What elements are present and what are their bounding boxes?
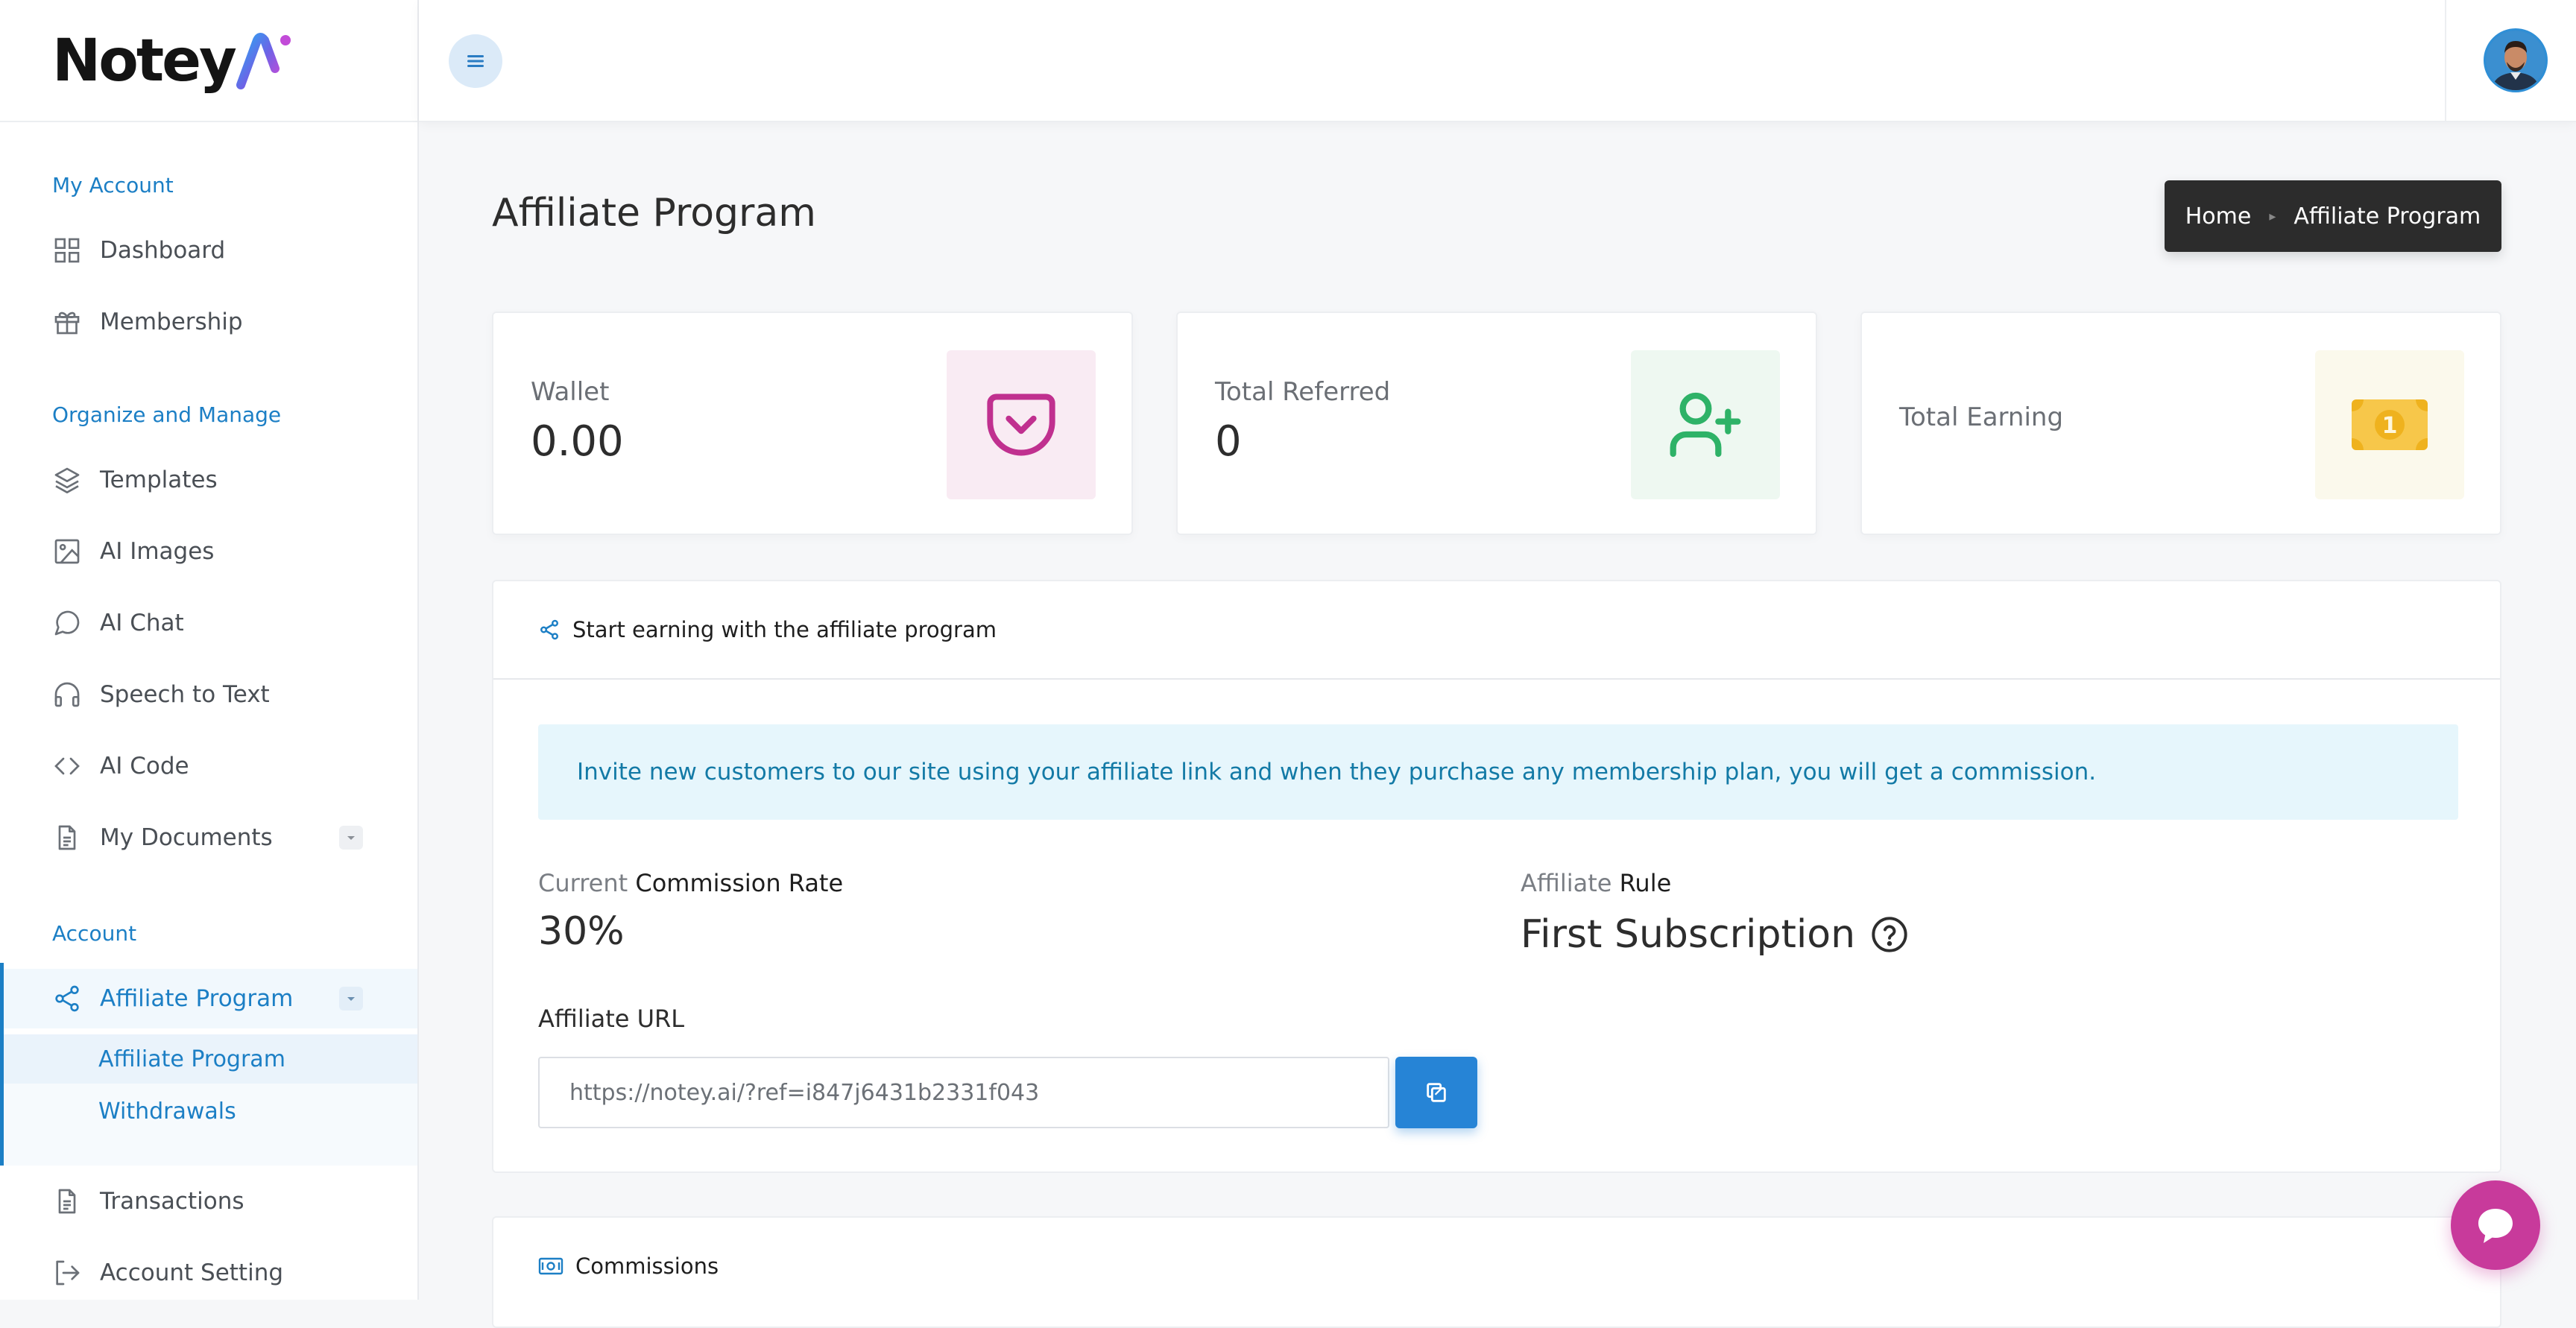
grid-icon — [52, 235, 82, 265]
sidebar-item-my-documents[interactable]: My Documents — [0, 808, 417, 867]
sidebar-item-label: Membership — [100, 309, 243, 335]
affiliate-panel: Start earning with the affiliate program… — [492, 580, 2501, 1173]
commission-label: Commission Rate — [635, 869, 844, 897]
gift-icon — [52, 307, 82, 337]
sidebar-item-dashboard[interactable]: Dashboard — [0, 221, 417, 280]
breadcrumb-home[interactable]: Home — [2185, 203, 2252, 230]
breadcrumb-separator-icon: ▸ — [2269, 208, 2276, 224]
sidebar-item-label: AI Chat — [100, 610, 184, 636]
commission-rate-label: Current Commission Rate — [538, 869, 843, 897]
rule-prefix: Affiliate — [1521, 869, 1612, 897]
section-organize: Organize and Manage — [52, 402, 282, 427]
sidebar-item-speech-to-text[interactable]: Speech to Text — [0, 665, 417, 724]
commission-rate-value: 30% — [538, 909, 625, 954]
avatar-portrait-icon — [2486, 31, 2545, 90]
rule-label: Rule — [1619, 869, 1672, 897]
wallet-card: Wallet 0.00 — [492, 312, 1133, 535]
sidebar-item-label: AI Code — [100, 753, 189, 780]
sidebar-item-label: Affiliate Program — [100, 985, 294, 1012]
commissions-header: Commissions — [538, 1253, 719, 1279]
top-header — [419, 0, 2576, 122]
stat-value: 0 — [1215, 417, 1242, 466]
sidebar-item-label: Transactions — [100, 1188, 244, 1215]
svg-text:1: 1 — [2382, 413, 2398, 439]
affiliate-url-input[interactable]: https://notey.ai/?ref=i847j6431b2331f043 — [538, 1057, 1389, 1128]
submenu-item-affiliate-program[interactable]: Affiliate Program — [0, 1034, 417, 1084]
commissions-panel: Commissions — [492, 1216, 2501, 1328]
image-icon — [52, 537, 82, 566]
stat-label: Total Referred — [1215, 377, 1391, 407]
commission-prefix: Current — [538, 869, 628, 897]
user-plus-icon — [1667, 386, 1744, 464]
logo-ai-mark — [236, 31, 294, 91]
total-earning-card: Total Earning 1 — [1860, 312, 2501, 535]
headphones-icon — [52, 680, 82, 709]
section-account: Account — [52, 921, 137, 946]
commissions-title: Commissions — [575, 1253, 719, 1279]
stat-label: Wallet — [531, 377, 610, 407]
sidebar-item-templates[interactable]: Templates — [0, 450, 417, 510]
document-icon — [52, 1186, 82, 1216]
sidebar-item-label: Account Setting — [100, 1259, 284, 1286]
document-icon — [52, 823, 82, 853]
sidebar-item-label: Dashboard — [100, 237, 226, 264]
stat-label: Total Earning — [1899, 402, 2064, 432]
money-icon — [538, 1256, 564, 1276]
money-icon: 1 — [2349, 395, 2431, 455]
logo[interactable]: Notey — [52, 25, 294, 97]
sidebar-item-affiliate-program[interactable]: Affiliate Program — [0, 969, 417, 1028]
sidebar-item-ai-code[interactable]: AI Code — [0, 736, 417, 796]
layers-icon — [52, 465, 82, 495]
page-title: Affiliate Program — [492, 191, 816, 235]
affiliate-url-label: Affiliate URL — [538, 1005, 685, 1033]
code-icon — [52, 751, 82, 781]
menu-toggle-button[interactable] — [449, 34, 502, 88]
logo-ai-icon — [236, 33, 291, 89]
section-my-account: My Account — [52, 173, 174, 197]
sidebar: Notey My Account Dashboard Membership Or… — [0, 0, 419, 1300]
copy-icon — [1424, 1080, 1449, 1105]
logo-area: Notey — [0, 0, 417, 122]
chevron-down-icon[interactable] — [339, 987, 363, 1011]
sidebar-item-label: My Documents — [100, 824, 273, 851]
help-circle-icon[interactable] — [1870, 915, 1909, 954]
submenu-item-withdrawals[interactable]: Withdrawals — [0, 1087, 417, 1136]
sidebar-item-label: Templates — [100, 467, 218, 493]
sidebar-item-ai-chat[interactable]: AI Chat — [0, 593, 417, 653]
total-referred-card: Total Referred 0 — [1176, 312, 1817, 535]
chevron-down-icon[interactable] — [339, 826, 363, 850]
sidebar-item-label: AI Images — [100, 538, 215, 565]
breadcrumb: Home ▸ Affiliate Program — [2165, 180, 2501, 252]
header-divider — [2445, 0, 2446, 122]
sidebar-item-ai-images[interactable]: AI Images — [0, 522, 417, 581]
live-chat-button[interactable] — [2451, 1180, 2540, 1270]
panel-header: Start earning with the affiliate program — [493, 581, 2500, 680]
sidebar-item-account-setting[interactable]: Account Setting — [0, 1243, 417, 1303]
affiliate-rule-label: Affiliate Rule — [1521, 869, 1671, 897]
affiliate-submenu: Affiliate Program Withdrawals — [0, 1034, 417, 1166]
affiliate-rule-value: First Subscription — [1521, 912, 1909, 957]
copy-url-button[interactable] — [1395, 1057, 1477, 1128]
stat-value: 0.00 — [531, 417, 624, 466]
rule-value-text: First Subscription — [1521, 912, 1856, 957]
chat-bubble-icon — [2473, 1203, 2518, 1248]
sidebar-item-label: Speech to Text — [100, 681, 270, 708]
panel-title: Start earning with the affiliate program — [572, 617, 997, 642]
chat-icon — [52, 608, 82, 638]
logout-icon — [52, 1258, 82, 1288]
breadcrumb-current: Affiliate Program — [2294, 203, 2481, 230]
hamburger-icon — [466, 53, 485, 69]
earning-badge: 1 — [2315, 350, 2464, 499]
share-icon — [52, 984, 82, 1014]
info-alert: Invite new customers to our site using y… — [538, 724, 2458, 820]
active-indicator — [0, 963, 4, 1166]
user-avatar[interactable] — [2484, 28, 2548, 92]
sidebar-item-membership[interactable]: Membership — [0, 292, 417, 352]
referred-badge — [1631, 350, 1780, 499]
sidebar-item-transactions[interactable]: Transactions — [0, 1172, 417, 1231]
wallet-badge — [947, 350, 1096, 499]
logo-text: Notey — [52, 28, 237, 95]
share-icon — [538, 619, 561, 641]
pocket-icon — [984, 388, 1058, 462]
